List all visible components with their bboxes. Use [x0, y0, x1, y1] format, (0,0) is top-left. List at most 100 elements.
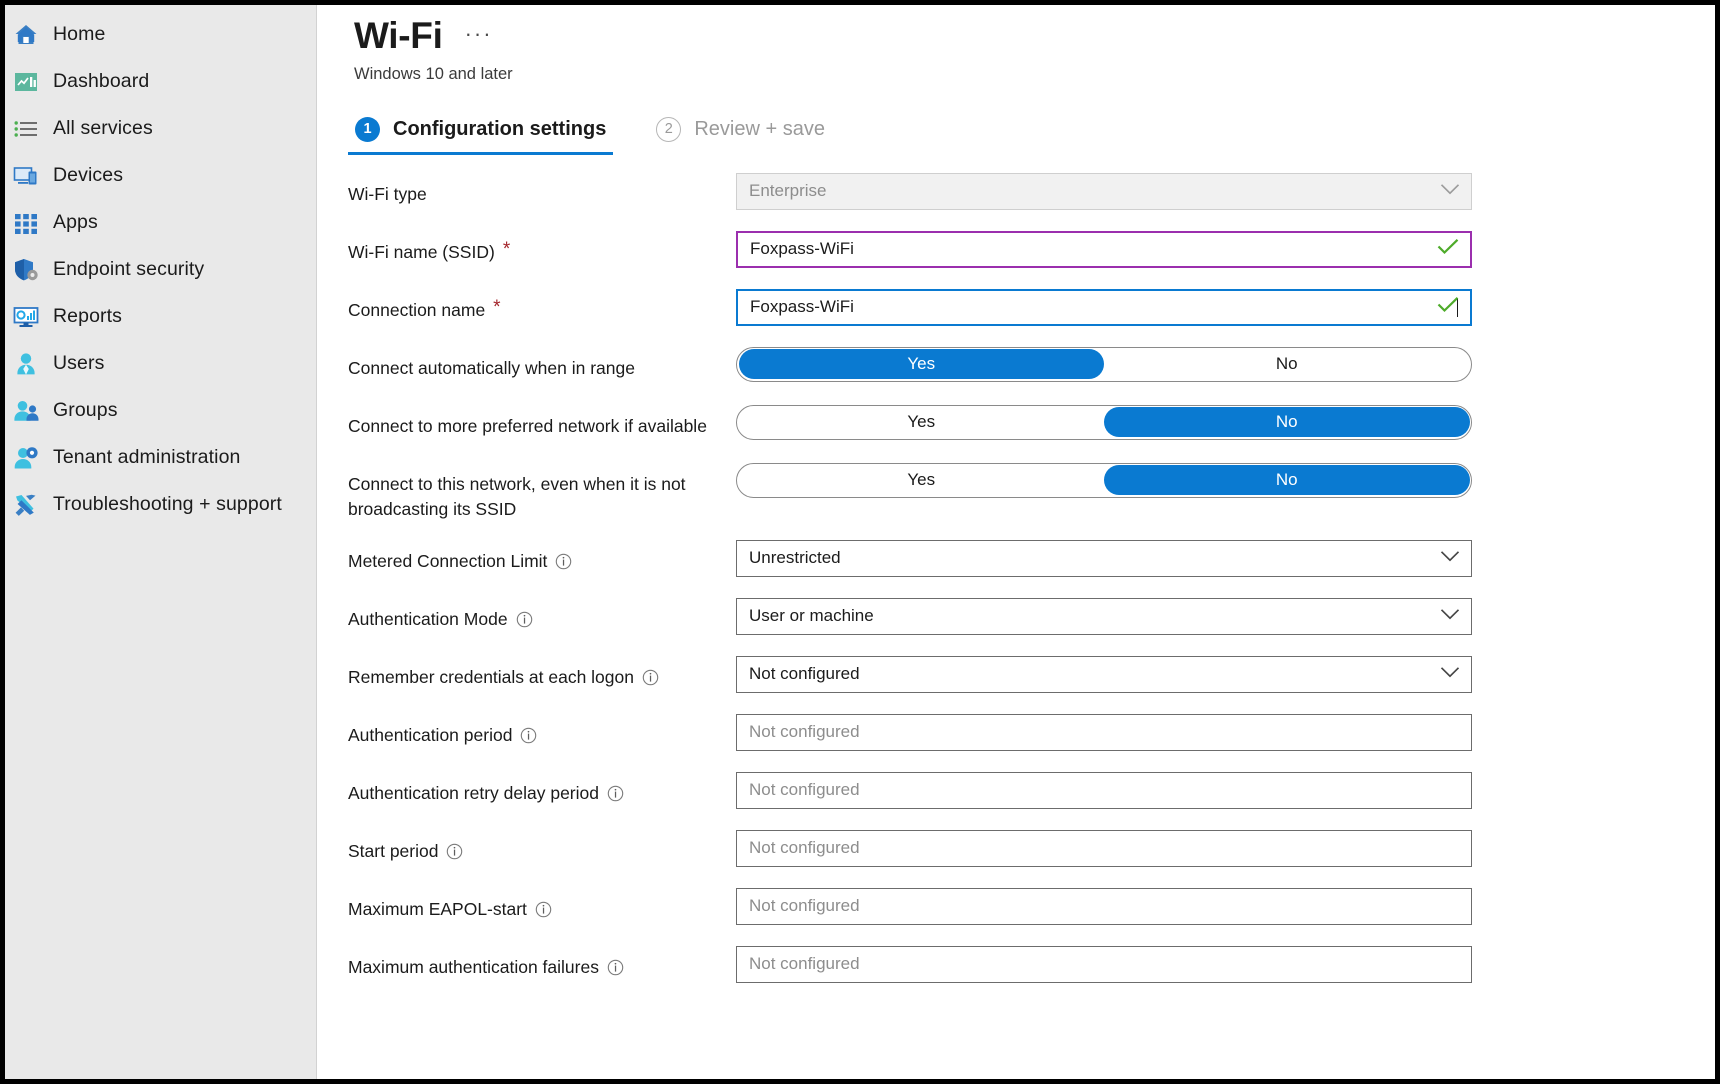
toggle-connect-to-more-preferred-network-if-available[interactable]: Yes No — [736, 404, 1472, 440]
field-label-wifi-name-ssid: Wi-Fi name (SSID) * — [348, 231, 736, 265]
input-wifi-name-ssid[interactable]: Foxpass-WiFi — [736, 230, 1472, 268]
label-text: Wi-Fi type — [348, 183, 427, 204]
field-control-connect-to-more-preferred-network-if-available: Yes No — [736, 404, 1472, 440]
field-control-maximum-authentication-failures: Not configured — [736, 945, 1472, 983]
label-text: Metered Connection Limit — [348, 550, 548, 571]
field-label-maximum-eapol-start: Maximum EAPOL-start — [348, 888, 736, 925]
field-value: Not configured — [749, 954, 860, 974]
sidebar-item-tenant-administration[interactable]: Tenant administration — [5, 434, 316, 481]
sidebar-item-dashboard[interactable]: Dashboard — [5, 58, 316, 105]
form-row-connection-name: Connection name * Foxpass-WiFi — [318, 288, 1715, 329]
toggle-option-no[interactable]: No — [1104, 407, 1470, 438]
page-title: Wi-Fi — [354, 15, 443, 56]
chevron-down-icon[interactable] — [1440, 548, 1460, 568]
field-value: Foxpass-WiFi — [750, 297, 854, 317]
input-authentication-retry-delay-period[interactable]: Not configured — [736, 771, 1472, 809]
field-value: Not configured — [749, 722, 860, 742]
sidebar-item-troubleshooting-support[interactable]: Troubleshooting + support — [5, 481, 316, 528]
input-maximum-authentication-failures[interactable]: Not configured — [736, 945, 1472, 983]
field-label-connect-automatically-when-in-range: Connect automatically when in range — [348, 347, 736, 381]
field-control-authentication-mode: User or machine — [736, 597, 1472, 635]
dashboard-icon — [13, 69, 39, 95]
input-maximum-eapol-start[interactable]: Not configured — [736, 887, 1472, 925]
info-icon[interactable] — [607, 784, 624, 809]
field-control-wifi-name-ssid: Foxpass-WiFi — [736, 230, 1472, 268]
valid-check-icon — [1437, 238, 1459, 260]
toggle-option-no[interactable]: No — [1104, 465, 1470, 496]
sidebar-item-devices[interactable]: Devices — [5, 152, 316, 199]
tab-configuration-settings[interactable]: 1 Configuration settings — [348, 111, 614, 155]
toggle-connect-when-not-broadcasting-ssid[interactable]: Yes No — [736, 462, 1472, 498]
sidebar-item-label: Apps — [53, 211, 98, 233]
title-row: Wi-Fi ··· — [354, 15, 1715, 56]
sidebar-item-label: Devices — [53, 164, 124, 186]
chevron-down-icon[interactable] — [1440, 606, 1460, 626]
apps-icon — [13, 210, 39, 236]
info-icon[interactable] — [535, 900, 552, 925]
input-authentication-period[interactable]: Not configured — [736, 713, 1472, 751]
toggle-option-yes[interactable]: Yes — [739, 407, 1105, 437]
field-value: Foxpass-WiFi — [750, 239, 854, 259]
info-icon[interactable] — [642, 668, 659, 693]
sidebar-nav: Home Dashboard All services Devices Apps Endp… — [5, 5, 317, 1079]
all-services-icon — [13, 116, 39, 142]
info-icon[interactable] — [555, 552, 572, 577]
sidebar-item-apps[interactable]: Apps — [5, 199, 316, 246]
field-value: Enterprise — [749, 181, 827, 201]
label-text: Connect to more preferred network if ava… — [348, 415, 707, 436]
sidebar-item-all-services[interactable]: All services — [5, 105, 316, 152]
devices-icon — [13, 163, 39, 189]
sidebar-item-groups[interactable]: Groups — [5, 387, 316, 434]
shield-gear-icon — [13, 257, 39, 283]
input-connection-name[interactable]: Foxpass-WiFi — [736, 288, 1472, 326]
input-start-period[interactable]: Not configured — [736, 829, 1472, 867]
sidebar-item-endpoint-security[interactable]: Endpoint security — [5, 246, 316, 293]
field-label-maximum-authentication-failures: Maximum authentication failures — [348, 946, 736, 983]
tab-label: Configuration settings — [393, 117, 607, 140]
field-control-connect-automatically-when-in-range: Yes No — [736, 346, 1472, 382]
tab-review-save[interactable]: 2 Review + save — [649, 111, 832, 155]
more-options-icon[interactable]: ··· — [465, 21, 493, 56]
dropdown-metered-connection-limit[interactable]: Unrestricted — [736, 539, 1472, 577]
chevron-down-icon[interactable] — [1440, 664, 1460, 684]
label-text: Authentication Mode — [348, 608, 508, 629]
field-label-connection-name: Connection name * — [348, 289, 736, 323]
label-text: Authentication retry delay period — [348, 782, 599, 803]
sidebar-item-label: Troubleshooting + support — [53, 493, 282, 515]
toggle-option-yes[interactable]: Yes — [739, 465, 1105, 495]
label-text: Wi-Fi name (SSID) — [348, 241, 495, 262]
form-row-connect-when-not-broadcasting-ssid: Connect to this network, even when it is… — [318, 462, 1715, 522]
form-row-maximum-authentication-failures: Maximum authentication failures Not confi… — [318, 945, 1715, 986]
label-text: Remember credentials at each logon — [348, 666, 634, 687]
page-subtitle: Windows 10 and later — [354, 64, 513, 83]
toggle-connect-automatically-when-in-range[interactable]: Yes No — [736, 346, 1472, 382]
info-icon[interactable] — [516, 610, 533, 635]
label-text: Start period — [348, 840, 439, 861]
toggle-option-no[interactable]: No — [1104, 349, 1470, 379]
dropdown-wifi-type[interactable]: Enterprise — [736, 172, 1472, 210]
field-value: Unrestricted — [749, 548, 841, 568]
sidebar-item-label: Endpoint security — [53, 258, 205, 280]
sidebar-item-reports[interactable]: Reports — [5, 293, 316, 340]
toggle-option-yes[interactable]: Yes — [738, 349, 1104, 380]
field-value: User or machine — [749, 606, 874, 626]
form-row-remember-credentials-at-each-logon: Remember credentials at each logon Not co… — [318, 655, 1715, 696]
field-label-metered-connection-limit: Metered Connection Limit — [348, 540, 736, 577]
label-text: Maximum EAPOL-start — [348, 898, 527, 919]
form-row-authentication-mode: Authentication Mode User or machine — [318, 597, 1715, 638]
sidebar-item-label: Tenant administration — [53, 446, 241, 468]
info-icon[interactable] — [520, 726, 537, 751]
dropdown-remember-credentials-at-each-logon[interactable]: Not configured — [736, 655, 1472, 693]
info-icon[interactable] — [607, 958, 624, 983]
field-label-start-period: Start period — [348, 830, 736, 867]
info-icon[interactable] — [446, 842, 463, 867]
sidebar-item-users[interactable]: Users — [5, 340, 316, 387]
label-text: Connect automatically when in range — [348, 357, 635, 378]
sidebar-item-home[interactable]: Home — [5, 11, 316, 58]
home-icon — [13, 22, 39, 48]
field-label-connect-when-not-broadcasting-ssid: Connect to this network, even when it is… — [348, 463, 736, 522]
tab-label: Review + save — [694, 117, 825, 140]
field-value: Not configured — [749, 838, 860, 858]
dropdown-authentication-mode[interactable]: User or machine — [736, 597, 1472, 635]
chevron-down-icon[interactable] — [1440, 181, 1460, 201]
